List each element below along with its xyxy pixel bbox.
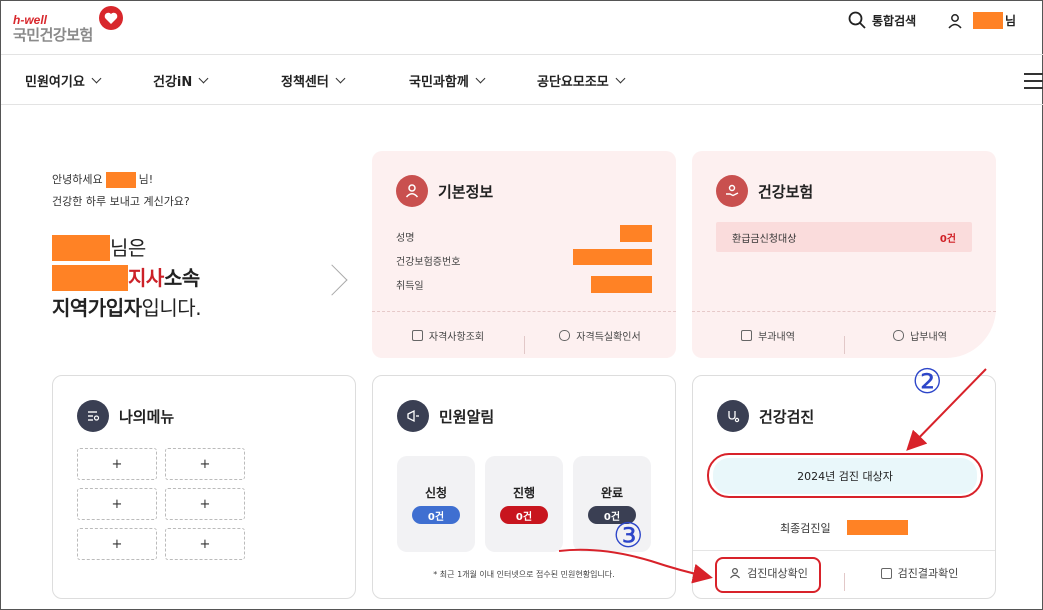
annotation-arrows — [558, 368, 987, 584]
arrow-to-check-link — [558, 548, 713, 584]
arrow-to-target — [906, 368, 987, 451]
